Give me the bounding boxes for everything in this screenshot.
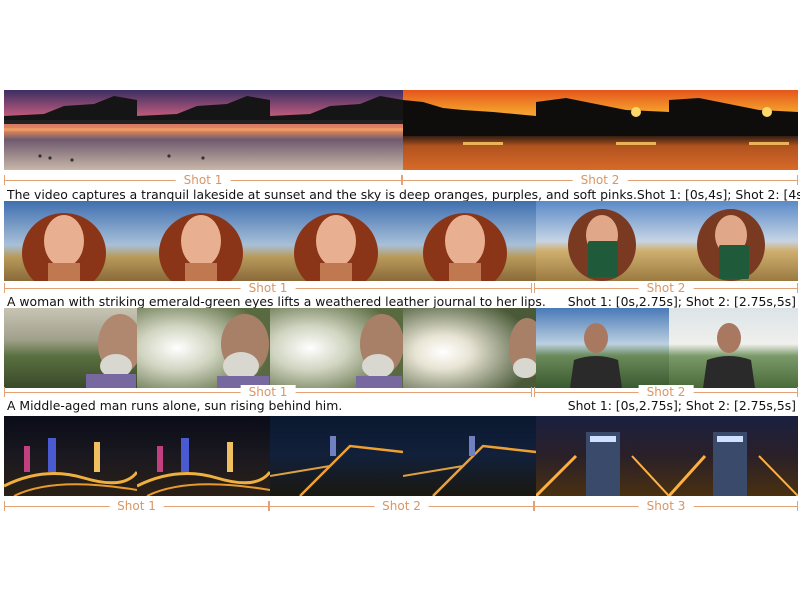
shot-timing: Shot 1: [0s,4s]; Shot 2: [4s,8s] <box>636 187 800 202</box>
video-caption: A woman with striking emerald-green eyes… <box>7 294 546 309</box>
shot-label: Shot 1 <box>109 499 164 513</box>
video-frame <box>4 416 137 496</box>
video-caption: A Middle-aged man runs alone, sun rising… <box>7 398 343 413</box>
video-frame <box>270 308 403 388</box>
video-frame <box>137 90 270 170</box>
shot-span-bracket: Shot 3 <box>534 499 798 513</box>
frame-strip-row-2 <box>4 201 798 281</box>
video-frame <box>536 90 669 170</box>
frame-strip-row-4 <box>4 416 798 496</box>
shot-label: Shot 2 <box>638 281 694 295</box>
video-frame <box>270 201 403 281</box>
shot-span-bracket: Shot 2 <box>534 281 798 295</box>
caption-row: The video captures a tranquil lakeside a… <box>7 187 800 202</box>
video-frame <box>403 201 536 281</box>
video-frame <box>137 416 270 496</box>
caption-row: A Middle-aged man runs alone, sun rising… <box>7 398 796 413</box>
video-frame <box>4 308 137 388</box>
video-frame <box>669 416 798 496</box>
shot-label: Shot 1 <box>175 173 231 187</box>
video-frame <box>536 416 669 496</box>
video-frame <box>4 201 137 281</box>
video-frame <box>270 90 403 170</box>
shot-span-bracket: Shot 1 <box>4 173 402 187</box>
shot-span-bracket: Shot 2 <box>269 499 534 513</box>
shot-label: Shot 2 <box>374 499 429 513</box>
video-frame <box>669 308 798 388</box>
video-frame <box>669 90 798 170</box>
shot-label: Shot 1 <box>240 385 296 399</box>
shot-timing: Shot 1: [0s,2.75s]; Shot 2: [2.75s,5s] <box>567 294 796 309</box>
video-frame <box>536 201 669 281</box>
video-frame <box>4 90 137 170</box>
shot-span-bracket: Shot 2 <box>402 173 798 187</box>
video-frame <box>669 201 798 281</box>
shot-span-bracket: Shot 1 <box>4 281 532 295</box>
frame-strip-row-3 <box>4 308 798 388</box>
video-frame <box>137 201 270 281</box>
shot-span-bracket: Shot 1 <box>4 499 269 513</box>
video-caption: The video captures a tranquil lakeside a… <box>7 187 637 202</box>
video-frame <box>137 308 270 388</box>
shot-label: Shot 2 <box>572 173 628 187</box>
shot-label: Shot 2 <box>638 385 694 399</box>
frame-strip-row-1 <box>4 90 798 170</box>
shot-label: Shot 3 <box>638 499 694 513</box>
shot-timing: Shot 1: [0s,2.75s]; Shot 2: [2.75s,5s] <box>567 398 796 413</box>
video-frame <box>403 90 536 170</box>
shot-span-bracket: Shot 1 <box>4 385 532 399</box>
shot-label: Shot 1 <box>240 281 296 295</box>
video-frame <box>403 416 536 496</box>
video-frame <box>270 416 403 496</box>
video-frame <box>536 308 669 388</box>
video-frame <box>403 308 536 388</box>
caption-row: A woman with striking emerald-green eyes… <box>7 294 796 309</box>
shot-span-bracket: Shot 2 <box>534 385 798 399</box>
